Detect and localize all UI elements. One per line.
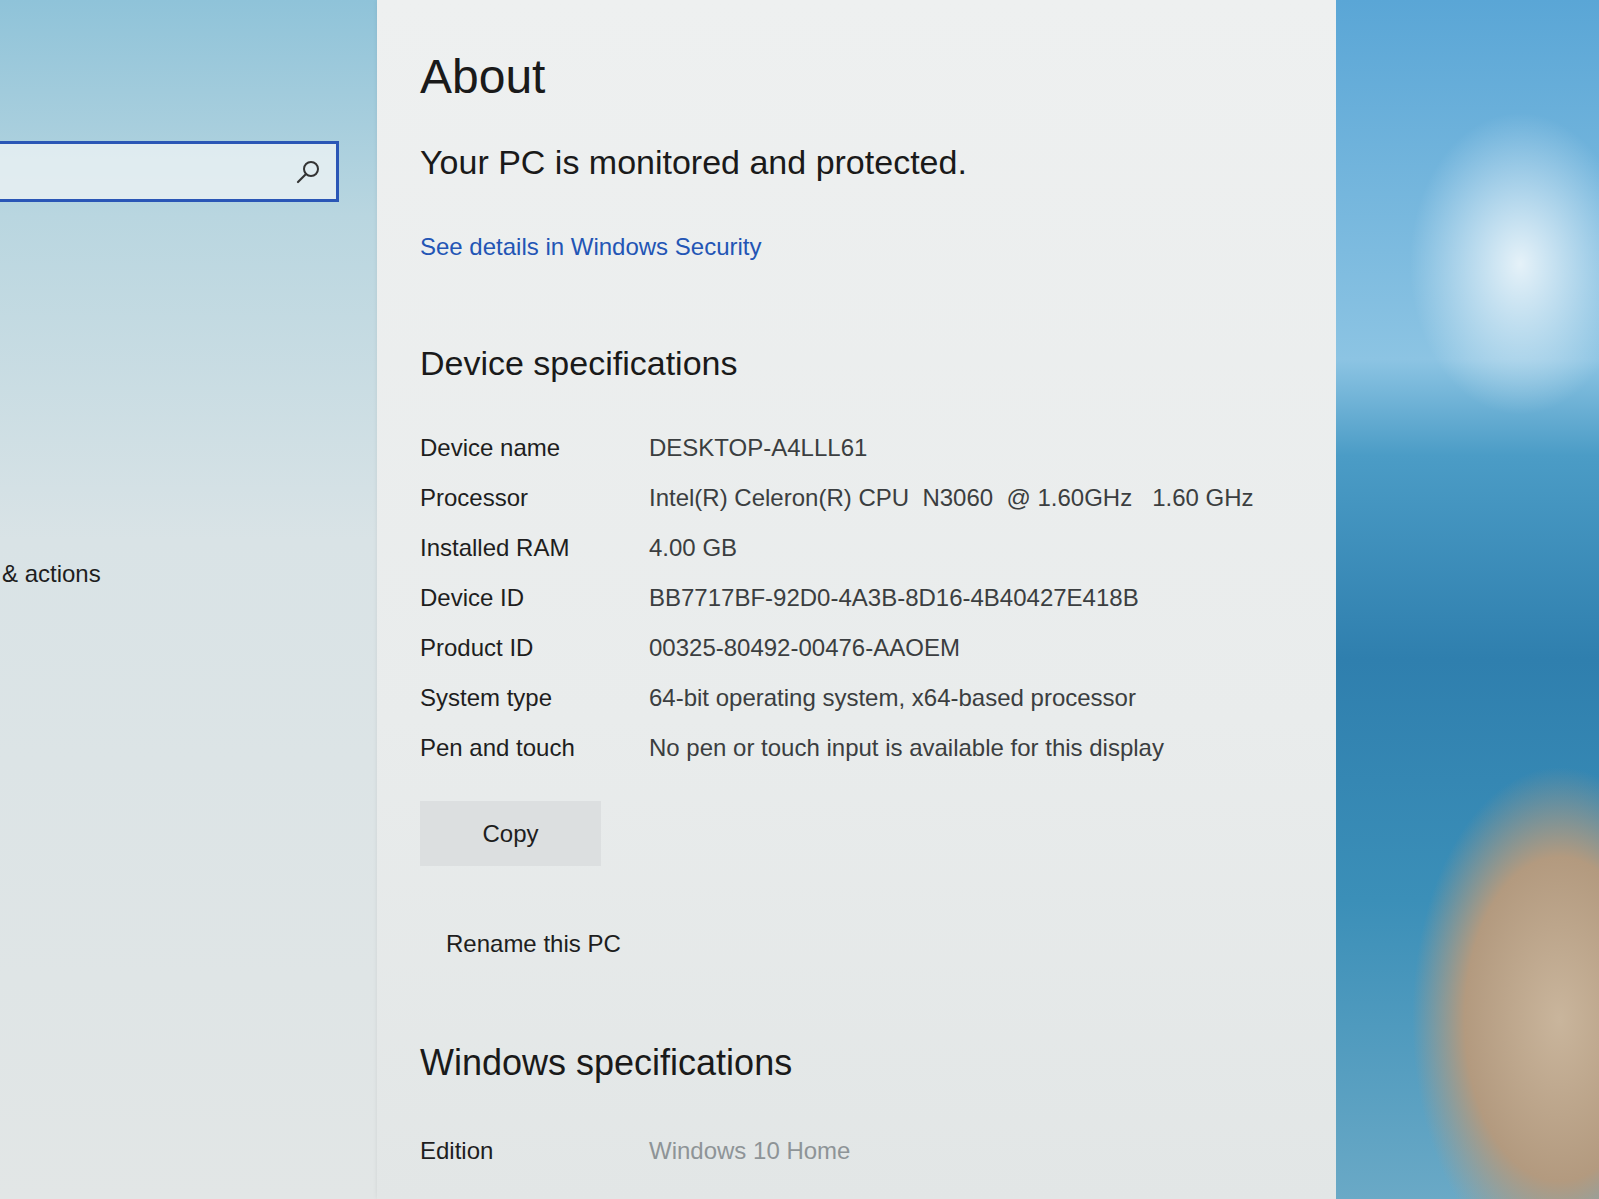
copy-button[interactable]: Copy — [420, 801, 601, 866]
about-panel: About Your PC is monitored and protected.… — [377, 0, 1336, 1199]
sidebar-item[interactable]: & actions — [0, 559, 377, 588]
device-specs-heading: Device specifications — [420, 343, 1296, 384]
spec-value: 4.00 GB — [649, 529, 1269, 566]
rename-button[interactable]: Rename this PC — [420, 929, 621, 958]
protection-status: Your PC is monitored and protected. — [420, 142, 1296, 183]
device-specs-list: Device nameDESKTOP-A4LLL61ProcessorIntel… — [420, 423, 1296, 773]
spec-label: Pen and touch — [420, 729, 649, 766]
spec-label: Device ID — [420, 579, 649, 616]
spec-row: Device nameDESKTOP-A4LLL61 — [420, 423, 1296, 473]
spec-value: No pen or touch input is available for t… — [649, 729, 1269, 766]
spec-row: ProcessorIntel(R) Celeron(R) CPU N3060 @… — [420, 473, 1296, 523]
spec-value: Intel(R) Celeron(R) CPU N3060 @ 1.60GHz … — [649, 479, 1269, 516]
windows-specs-list: EditionWindows 10 Home — [420, 1126, 1296, 1176]
spec-value: Windows 10 Home — [649, 1132, 1269, 1169]
spec-label: Product ID — [420, 629, 649, 666]
spec-value: 00325-80492-00476-AAOEM — [649, 629, 1269, 666]
page-title: About — [420, 48, 1296, 106]
spec-row: EditionWindows 10 Home — [420, 1126, 1296, 1176]
spec-value: BB7717BF-92D0-4A3B-8D16-4B40427E418B — [649, 579, 1269, 616]
spec-row: Pen and touchNo pen or touch input is av… — [420, 723, 1296, 773]
spec-label: System type — [420, 679, 649, 716]
spec-label: Device name — [420, 429, 649, 466]
spec-row: Device IDBB7717BF-92D0-4A3B-8D16-4B40427… — [420, 573, 1296, 623]
desktop-wallpaper — [1336, 0, 1599, 1199]
spec-value: DESKTOP-A4LLL61 — [649, 429, 1269, 466]
search-box[interactable] — [0, 141, 339, 202]
settings-sidebar: & actions — [0, 0, 377, 1199]
search-icon[interactable] — [294, 158, 322, 186]
spec-value: 64-bit operating system, x64-based proce… — [649, 679, 1269, 716]
security-link[interactable]: See details in Windows Security — [420, 232, 761, 261]
spec-label: Installed RAM — [420, 529, 649, 566]
search-input[interactable] — [10, 154, 286, 189]
spec-label: Processor — [420, 479, 649, 516]
spec-label: Edition — [420, 1132, 649, 1169]
spec-row: Installed RAM4.00 GB — [420, 523, 1296, 573]
spec-row: Product ID00325-80492-00476-AAOEM — [420, 623, 1296, 673]
windows-specs-heading: Windows specifications — [420, 1041, 1296, 1084]
spec-row: System type64-bit operating system, x64-… — [420, 673, 1296, 723]
